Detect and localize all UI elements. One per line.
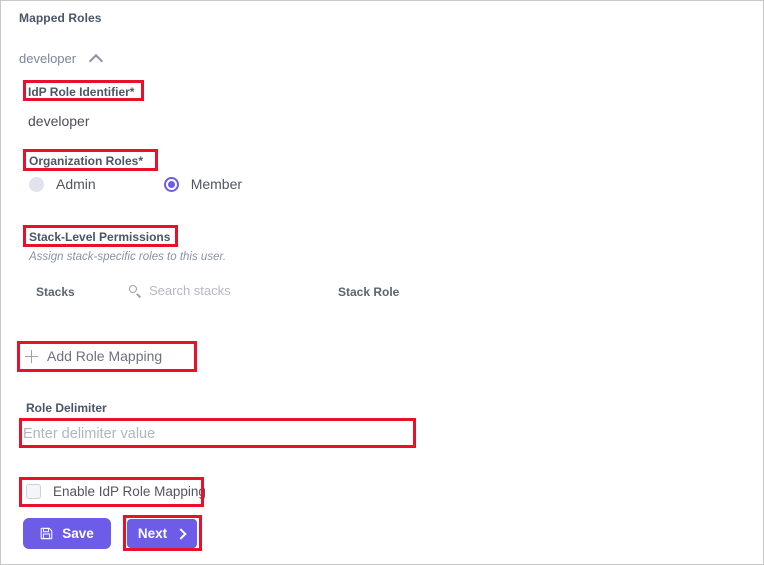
plus-icon xyxy=(25,349,38,363)
add-role-mapping-label: Add Role Mapping xyxy=(47,348,163,364)
radio-indicator-admin[interactable] xyxy=(29,176,44,192)
search-icon xyxy=(129,284,141,297)
idp-role-identifier-value: developer xyxy=(28,113,90,129)
mapped-roles-panel: Mapped Roles developer IdP Role Identifi… xyxy=(0,0,764,565)
page-title: Mapped Roles xyxy=(19,11,102,25)
radio-option-member[interactable]: Member xyxy=(163,176,243,192)
add-role-mapping-button[interactable]: Add Role Mapping xyxy=(25,348,162,364)
radio-label-admin: Admin xyxy=(56,176,96,192)
role-delimiter-input[interactable] xyxy=(23,421,413,447)
column-header-stacks: Stacks xyxy=(36,285,75,299)
stack-level-permissions-helper: Assign stack-specific roles to this user… xyxy=(29,251,227,263)
search-stacks-input[interactable]: Search stacks xyxy=(129,283,231,298)
stack-level-permissions-label: Stack-Level Permissions xyxy=(29,230,171,244)
radio-option-admin[interactable]: Admin xyxy=(29,176,96,192)
next-button[interactable]: Next xyxy=(127,519,197,548)
chevron-right-icon xyxy=(176,529,186,539)
search-stacks-placeholder: Search stacks xyxy=(149,283,231,298)
role-group-name: developer xyxy=(19,51,77,66)
save-button[interactable]: Save xyxy=(23,518,111,549)
role-group-collapse-header[interactable]: developer xyxy=(19,51,103,66)
radio-indicator-member[interactable] xyxy=(163,176,179,192)
enable-idp-role-mapping-checkbox[interactable]: Enable IdP Role Mapping xyxy=(26,484,206,499)
radio-label-member: Member xyxy=(190,176,243,192)
idp-role-identifier-label: IdP Role Identifier* xyxy=(28,85,135,99)
role-delimiter-label: Role Delimiter xyxy=(26,401,107,415)
chevron-up-icon[interactable] xyxy=(90,52,103,65)
column-header-stack-role: Stack Role xyxy=(338,285,400,299)
organization-roles-radio-group: Admin Member xyxy=(29,176,242,192)
enable-idp-role-mapping-label: Enable IdP Role Mapping xyxy=(53,484,206,499)
save-button-label: Save xyxy=(62,526,94,541)
next-button-label: Next xyxy=(137,526,168,541)
checkbox-indicator[interactable] xyxy=(26,484,41,499)
organization-roles-label: Organization Roles* xyxy=(29,154,144,168)
save-disk-icon xyxy=(40,527,53,540)
